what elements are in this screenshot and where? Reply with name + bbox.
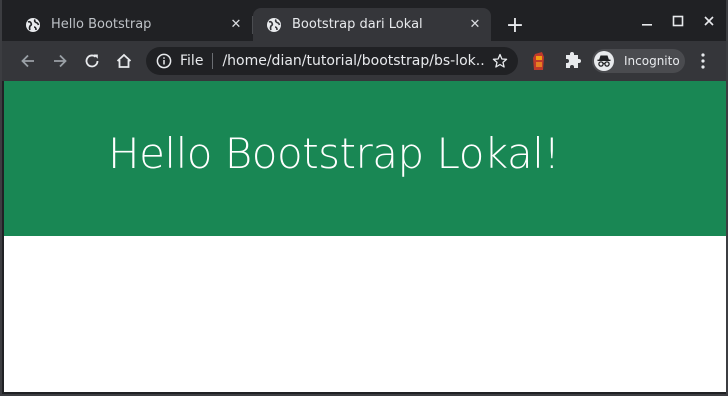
arrow-left-icon bbox=[21, 54, 34, 68]
info-icon[interactable] bbox=[156, 53, 172, 69]
maximize-button[interactable] bbox=[663, 9, 693, 33]
close-tab-icon[interactable]: ✕ bbox=[467, 17, 483, 33]
file-scheme-label: File bbox=[180, 53, 204, 69]
home-icon bbox=[116, 53, 132, 68]
star-icon[interactable] bbox=[492, 53, 508, 69]
close-icon bbox=[704, 16, 714, 26]
tab-strip: Hello Bootstrap ✕ Bootstrap dari Lokal ✕… bbox=[2, 0, 726, 41]
reload-button[interactable] bbox=[79, 48, 105, 74]
tab-title: Hello Bootstrap bbox=[51, 17, 152, 32]
tab-title: Bootstrap dari Lokal bbox=[292, 17, 423, 32]
address-divider bbox=[212, 53, 214, 69]
extension-icon[interactable] bbox=[530, 50, 548, 72]
more-menu-icon[interactable] bbox=[695, 52, 711, 70]
maximize-icon bbox=[672, 15, 684, 27]
minimize-icon bbox=[642, 24, 652, 26]
home-button[interactable] bbox=[111, 48, 137, 74]
incognito-label: Incognito bbox=[624, 54, 680, 68]
address-bar[interactable]: File /home/dian/tutorial/bootstrap/bs-lo… bbox=[146, 47, 518, 75]
minimize-button[interactable] bbox=[632, 9, 662, 33]
new-tab-button[interactable]: + bbox=[501, 13, 529, 41]
globe-icon bbox=[26, 17, 40, 32]
tab-hello-bootstrap[interactable]: Hello Bootstrap ✕ bbox=[12, 8, 252, 41]
close-window-button[interactable] bbox=[694, 9, 724, 33]
close-tab-icon[interactable]: ✕ bbox=[228, 17, 244, 33]
puzzle-icon[interactable] bbox=[563, 51, 583, 71]
incognito-icon bbox=[594, 51, 614, 71]
page-viewport: Hello Bootstrap Lokal! bbox=[4, 81, 726, 392]
jumbotron: Hello Bootstrap Lokal! bbox=[4, 81, 726, 236]
url-text[interactable]: /home/dian/tutorial/bootstrap/bs-lok... bbox=[222, 53, 484, 69]
arrow-right-icon bbox=[54, 54, 67, 68]
browser-window: Hello Bootstrap ✕ Bootstrap dari Lokal ✕… bbox=[0, 0, 728, 396]
back-button[interactable] bbox=[15, 48, 41, 74]
tab-bootstrap-dari-lokal[interactable]: Bootstrap dari Lokal ✕ bbox=[253, 8, 491, 41]
globe-icon bbox=[267, 17, 281, 32]
incognito-indicator[interactable]: Incognito bbox=[592, 49, 685, 73]
page-heading: Hello Bootstrap Lokal! bbox=[108, 129, 560, 178]
reload-icon bbox=[85, 54, 99, 68]
forward-button[interactable] bbox=[47, 48, 73, 74]
